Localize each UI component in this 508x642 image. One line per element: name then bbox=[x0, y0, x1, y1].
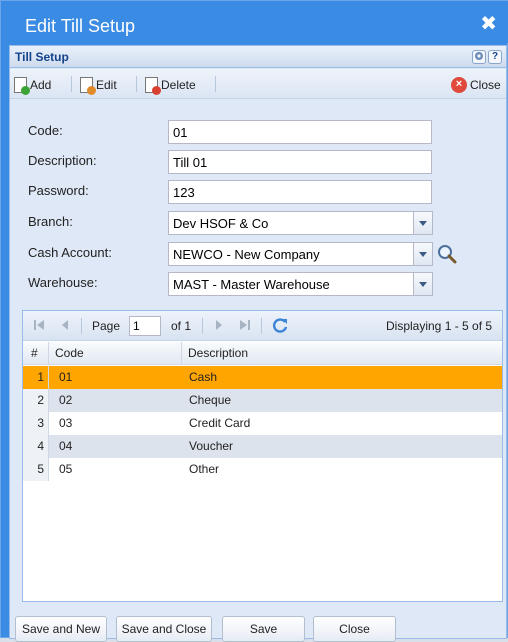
toolbar: Add Edit Delete × Close bbox=[10, 69, 506, 99]
displaying-status: Displaying 1 - 5 of 5 bbox=[386, 319, 493, 333]
refresh-icon[interactable] bbox=[271, 317, 289, 338]
pager-separator bbox=[261, 318, 262, 334]
close-circle-icon: × bbox=[451, 77, 467, 93]
save-and-new-button[interactable]: Save and New bbox=[15, 616, 107, 642]
branch-row: Branch: bbox=[10, 211, 506, 235]
col-header-description[interactable]: Description bbox=[182, 342, 504, 365]
till-setup-panel: Till Setup ? Add Edit Delete × Close Cod… bbox=[9, 45, 507, 642]
grid-header: # Code Description bbox=[23, 342, 502, 365]
delete-icon bbox=[145, 77, 161, 95]
code-row: Code: bbox=[10, 120, 506, 144]
add-label: Add bbox=[30, 78, 52, 92]
toolbar-separator bbox=[71, 76, 72, 92]
row-number: 1 bbox=[23, 366, 49, 389]
page-label: Page bbox=[92, 319, 121, 333]
cell-description: Other bbox=[189, 462, 220, 476]
edit-button[interactable]: Edit bbox=[80, 76, 117, 95]
help-icon[interactable]: ? bbox=[488, 50, 502, 64]
pager-separator bbox=[81, 318, 82, 334]
col-header-code[interactable]: Code bbox=[49, 342, 182, 365]
password-row: Password: bbox=[10, 180, 506, 204]
branch-label: Branch: bbox=[28, 214, 73, 229]
save-and-close-button[interactable]: Save and Close bbox=[116, 616, 212, 642]
footer-buttons: Save and New Save and Close Save Close bbox=[10, 616, 506, 642]
cell-description: Cheque bbox=[189, 393, 232, 407]
table-row[interactable]: 3 03 Credit Card bbox=[23, 412, 502, 435]
cash-account-row: Cash Account: bbox=[10, 242, 506, 266]
cell-description: Credit Card bbox=[189, 416, 251, 430]
pager-separator bbox=[202, 318, 203, 334]
warehouse-combo[interactable] bbox=[168, 272, 414, 296]
add-icon bbox=[14, 77, 30, 95]
table-row[interactable]: 2 02 Cheque bbox=[23, 389, 502, 412]
panel-header: Till Setup ? bbox=[10, 46, 506, 68]
cell-code: 04 bbox=[59, 439, 73, 453]
panel-title: Till Setup bbox=[15, 50, 69, 64]
toolbar-separator bbox=[136, 76, 137, 92]
add-button[interactable]: Add bbox=[14, 76, 52, 95]
delete-label: Delete bbox=[161, 78, 196, 92]
next-page-icon[interactable] bbox=[213, 319, 225, 334]
branch-combo[interactable] bbox=[168, 211, 414, 235]
cell-code: 03 bbox=[59, 416, 73, 430]
row-number: 5 bbox=[23, 458, 49, 481]
page-count-label: of 1 bbox=[171, 319, 192, 333]
chevron-down-icon bbox=[419, 281, 427, 287]
toolbar-separator bbox=[215, 76, 216, 92]
title-bar[interactable]: Edit Till Setup ✖ bbox=[1, 1, 508, 43]
cash-account-label: Cash Account: bbox=[28, 245, 112, 260]
row-number: 4 bbox=[23, 435, 49, 458]
edit-icon bbox=[80, 77, 96, 95]
dialog-window: Edit Till Setup ✖ Till Setup ? Add Edit bbox=[0, 0, 508, 642]
warehouse-label: Warehouse: bbox=[28, 275, 98, 290]
delete-button[interactable]: Delete bbox=[145, 76, 196, 95]
toolbar-close-label: Close bbox=[470, 78, 501, 92]
page-number-input[interactable] bbox=[129, 316, 161, 336]
table-row[interactable]: 1 01 Cash bbox=[23, 366, 502, 389]
password-label: Password: bbox=[28, 183, 89, 198]
cell-description: Voucher bbox=[189, 439, 234, 453]
last-page-icon[interactable] bbox=[239, 319, 251, 334]
toolbar-close-button[interactable]: × Close bbox=[451, 76, 501, 94]
table-row[interactable]: 5 05 Other bbox=[23, 458, 502, 481]
description-input[interactable] bbox=[168, 150, 432, 174]
table-row[interactable]: 4 04 Voucher bbox=[23, 435, 502, 458]
cell-code: 02 bbox=[59, 393, 73, 407]
first-page-icon[interactable] bbox=[33, 319, 45, 334]
description-row: Description: bbox=[10, 150, 506, 174]
search-icon[interactable] bbox=[436, 243, 458, 265]
cash-account-combo[interactable] bbox=[168, 242, 414, 266]
branch-dropdown-trigger[interactable] bbox=[413, 211, 433, 235]
code-input[interactable] bbox=[168, 120, 432, 144]
edit-label: Edit bbox=[96, 78, 117, 92]
code-label: Code: bbox=[28, 123, 63, 138]
description-label: Description: bbox=[28, 153, 97, 168]
col-header-number[interactable]: # bbox=[23, 342, 49, 365]
footer-close-button[interactable]: Close bbox=[313, 616, 396, 642]
gear-icon[interactable] bbox=[472, 50, 486, 64]
chevron-down-icon bbox=[419, 220, 427, 226]
save-button[interactable]: Save bbox=[222, 616, 305, 642]
row-number: 3 bbox=[23, 412, 49, 435]
warehouse-dropdown-trigger[interactable] bbox=[413, 272, 433, 296]
password-input[interactable] bbox=[168, 180, 432, 204]
row-number: 2 bbox=[23, 389, 49, 412]
cell-code: 01 bbox=[59, 370, 73, 384]
cash-account-dropdown-trigger[interactable] bbox=[413, 242, 433, 266]
warehouse-row: Warehouse: bbox=[10, 272, 506, 296]
chevron-down-icon bbox=[419, 251, 427, 257]
cell-description: Cash bbox=[189, 370, 218, 384]
paging-toolbar: Page of 1 Displaying 1 - 5 of 5 bbox=[23, 311, 502, 341]
prev-page-icon[interactable] bbox=[59, 319, 71, 334]
window-title: Edit Till Setup bbox=[25, 16, 136, 36]
payment-methods-grid: Page of 1 Displaying 1 - 5 of 5 # Code bbox=[22, 310, 503, 602]
close-icon[interactable]: ✖ bbox=[480, 14, 497, 34]
cell-code: 05 bbox=[59, 462, 73, 476]
